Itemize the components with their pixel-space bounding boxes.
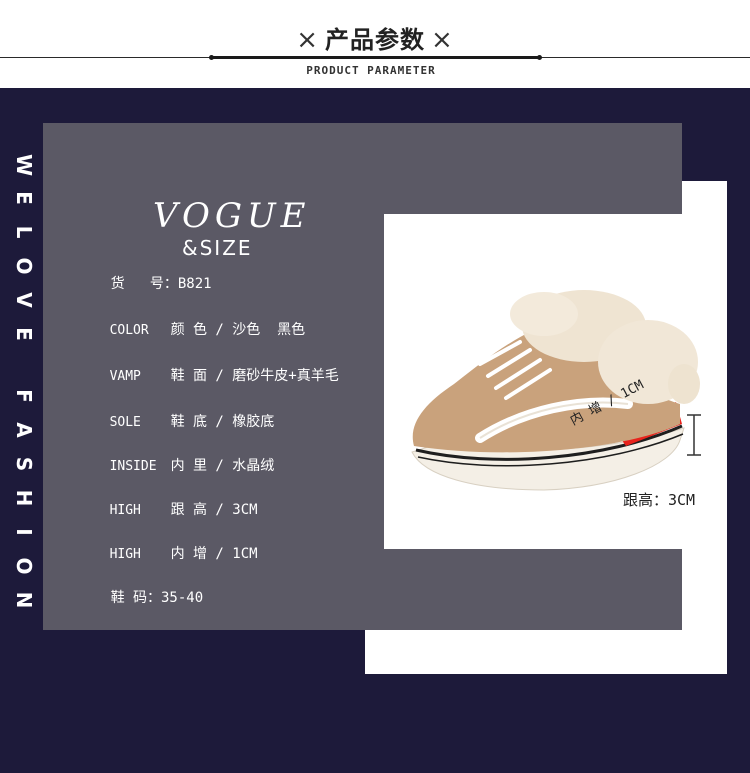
spec-value: 跟 高 / 3CM: [170, 502, 258, 518]
slogan-letter: W: [12, 154, 36, 177]
spec-value: 内 增 / 1CM: [170, 546, 258, 562]
header: × 产品参数 × PRODUCT PARAMETER: [0, 0, 750, 88]
spec-row-vamp: VAMP 鞋 面 / 磨砂牛皮+真羊毛: [59, 349, 339, 401]
section-title: × 产品参数 ×: [0, 20, 750, 55]
slogan-letter: N: [12, 591, 36, 609]
slogan-letter: H: [12, 489, 36, 507]
divider-dot-right: [537, 55, 542, 60]
divider-dot-left: [209, 55, 214, 60]
cross-icon: ×: [431, 25, 454, 55]
heel-height-label: 跟高：3CM: [623, 491, 696, 509]
cross-icon: ×: [296, 25, 319, 55]
spec-key: VAMP: [109, 369, 141, 384]
slogan-letter: I: [12, 528, 36, 536]
spec-key: COLOR: [109, 323, 149, 338]
slogan-letter: V: [12, 292, 36, 308]
section-subtitle: PRODUCT PARAMETER: [306, 64, 436, 77]
slogan-letter: S: [12, 456, 36, 472]
spec-card: VOGUE &SIZE 货 号：B821 COLOR 颜 色 / 沙色 黑色 VA…: [43, 123, 712, 630]
spec-value: 鞋 底 / 橡胶底: [170, 414, 275, 430]
spec-value: 颜 色 / 沙色 黑色: [170, 322, 306, 338]
spec-key: HIGH: [109, 547, 141, 562]
slogan-letter: O: [12, 257, 36, 275]
parameter-panel: W E L O V E F A S H I O N VOGUE &SIZE 货 …: [0, 88, 750, 773]
spec-value: 鞋 码：35-40: [110, 590, 204, 606]
title-text: 产品参数: [325, 26, 425, 54]
slogan-letter: L: [12, 225, 36, 239]
spec-value: 内 里 / 水晶绒: [170, 458, 275, 474]
brand-vogue: VOGUE: [153, 196, 311, 236]
spec-row-size: 鞋 码：35-40: [60, 571, 204, 623]
slogan-letter: O: [12, 557, 36, 575]
product-photo: 内 增 / 1CM 跟高：3CM: [384, 214, 712, 549]
slogan-letter: A: [12, 422, 36, 438]
spec-key: INSIDE: [109, 459, 157, 474]
spec-row-item-no: 货 号：B821: [60, 257, 212, 309]
spec-row-color: COLOR 颜 色 / 沙色 黑色: [59, 303, 306, 355]
spec-key: SOLE: [109, 415, 141, 430]
slogan-letter: E: [12, 327, 36, 341]
spec-value: 货 号：B821: [110, 276, 212, 292]
divider-accent: [212, 56, 540, 59]
spec-key: HIGH: [109, 503, 141, 518]
slogan-letter: F: [12, 389, 36, 403]
slogan-letter: E: [12, 191, 36, 205]
vertical-slogan: W E L O V E F A S H I O N: [12, 154, 36, 610]
spec-value: 鞋 面 / 磨砂牛皮+真羊毛: [170, 368, 339, 384]
